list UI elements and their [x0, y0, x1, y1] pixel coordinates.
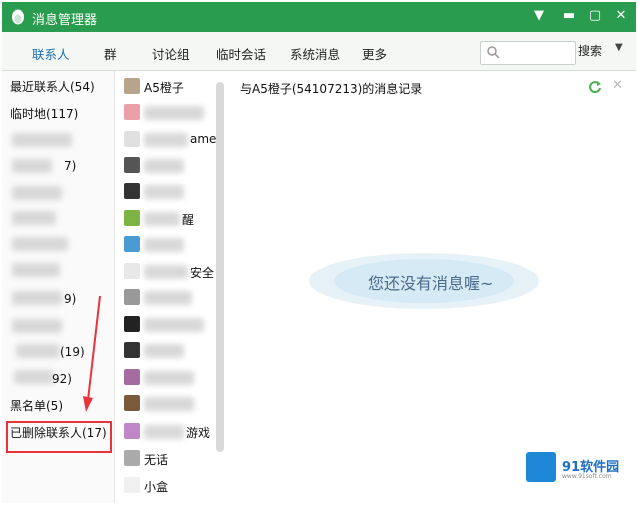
blurred-name	[144, 425, 184, 439]
group-item-count[interactable]: 7)	[64, 156, 76, 176]
group-item-count[interactable]: (19)	[60, 342, 85, 362]
blurred-name	[144, 344, 184, 358]
search-icon	[487, 46, 500, 59]
blurred-group	[12, 186, 62, 200]
contact-item[interactable]	[124, 181, 224, 203]
avatar	[124, 263, 140, 279]
avatar	[124, 104, 140, 120]
group-item-count[interactable]: 92)	[52, 369, 72, 389]
blurred-name	[144, 238, 184, 252]
contact-list: A5橙子 ame 醒 安全 游戏 无话 小盒	[116, 71, 228, 503]
empty-message: 您还没有消息喔~	[368, 274, 494, 293]
blurred-group	[12, 291, 62, 305]
contact-item[interactable]	[124, 234, 224, 256]
contact-name: ame	[190, 132, 217, 146]
blurred-name	[144, 291, 192, 305]
avatar	[124, 477, 140, 493]
avatar	[124, 316, 140, 332]
avatar	[124, 210, 140, 226]
contact-item[interactable]	[124, 102, 224, 124]
contact-item[interactable]: A5橙子	[124, 76, 224, 98]
search-button[interactable]: 搜索	[578, 42, 602, 59]
contact-item[interactable]: 醒	[124, 208, 224, 230]
tab-system-messages[interactable]: 系统消息	[290, 44, 340, 63]
watermark-url: www.91soft.com	[562, 473, 612, 480]
avatar	[124, 183, 140, 199]
blurred-group	[12, 159, 52, 173]
group-item-count[interactable]: 9)	[64, 289, 76, 309]
contact-name: 醒	[182, 213, 195, 227]
window-title: 消息管理器	[32, 13, 98, 28]
contact-item[interactable]	[124, 367, 224, 389]
group-item-temp[interactable]: 临时地(117)	[10, 104, 78, 124]
blurred-name	[144, 159, 184, 173]
close-panel-icon[interactable]: ✕	[612, 78, 623, 93]
blurred-group	[14, 370, 54, 384]
contact-name: A5橙子	[144, 81, 184, 95]
watermark-logo: 91软件园 www.91soft.com	[526, 452, 619, 484]
search-input[interactable]	[480, 41, 576, 65]
avatar	[124, 450, 140, 466]
blurred-name	[144, 106, 204, 120]
group-item-recent[interactable]: 最近联系人(54)	[10, 77, 95, 97]
contact-item[interactable]: 无话	[124, 448, 224, 470]
contact-item[interactable]: 安全	[124, 261, 224, 283]
blurred-name	[144, 212, 180, 226]
avatar	[124, 289, 140, 305]
avatar	[124, 78, 140, 94]
tab-contacts[interactable]: 联系人	[32, 44, 70, 63]
contact-item[interactable]	[124, 340, 224, 362]
blurred-name	[144, 133, 188, 147]
close-button[interactable]: ✕	[612, 7, 630, 25]
tab-discussion[interactable]: 讨论组	[152, 44, 190, 63]
tab-temp-session[interactable]: 临时会话	[216, 44, 266, 63]
avatar	[124, 423, 140, 439]
toolbar: 联系人 群 讨论组 临时会话 系统消息 更多 搜索 ▼	[2, 32, 636, 71]
highlight-box	[6, 421, 112, 453]
blurred-name	[144, 371, 194, 385]
contact-name: 无话	[144, 453, 169, 467]
contact-item[interactable]	[124, 314, 224, 336]
blurred-group	[12, 237, 68, 251]
contact-name: 安全	[190, 266, 215, 280]
avatar	[124, 236, 140, 252]
avatar	[124, 131, 140, 147]
avatar	[124, 369, 140, 385]
contact-item[interactable]: ame	[124, 129, 224, 151]
search-dropdown-icon[interactable]: ▼	[615, 42, 623, 53]
blurred-name	[144, 318, 204, 332]
minimize-button[interactable]: ▬	[560, 7, 578, 25]
contact-name: 小盒	[144, 480, 169, 494]
message-panel: 与A5橙子(54107213)的消息记录 ✕ 您还没有消息喔~	[230, 71, 636, 503]
qq-penguin-icon	[12, 9, 24, 25]
contact-item[interactable]	[124, 287, 224, 309]
tab-groups[interactable]: 群	[104, 44, 117, 63]
maximize-button[interactable]: ▢	[586, 7, 604, 25]
message-manager-window: 消息管理器 ▼ ▬ ▢ ✕ 联系人 群 讨论组 临时会话 系统消息 更多 搜索 …	[0, 0, 638, 507]
record-title: 与A5橙子(54107213)的消息记录	[240, 82, 423, 96]
title-bar: 消息管理器 ▼ ▬ ▢ ✕	[2, 2, 636, 32]
blurred-group	[16, 344, 60, 358]
group-item-blacklist[interactable]: 黑名单(5)	[10, 396, 63, 416]
dropdown-icon[interactable]: ▼	[530, 7, 548, 25]
blurred-name	[144, 185, 184, 199]
scrollbar[interactable]	[216, 82, 224, 452]
contact-item[interactable]	[124, 155, 224, 177]
tab-more[interactable]: 更多	[362, 44, 387, 63]
avatar	[124, 342, 140, 358]
contact-name: 游戏	[186, 426, 211, 440]
avatar	[124, 157, 140, 173]
contact-item[interactable]: 游戏	[124, 421, 224, 443]
blurred-group	[12, 211, 56, 225]
logo-cube-icon	[526, 452, 556, 482]
contact-item[interactable]	[124, 393, 224, 415]
refresh-icon[interactable]	[588, 80, 602, 94]
blurred-group	[12, 263, 60, 277]
contact-item[interactable]: 小盒	[124, 475, 224, 497]
blurred-name	[144, 397, 194, 411]
blurred-name	[144, 265, 188, 279]
blurred-group	[12, 133, 72, 147]
avatar	[124, 395, 140, 411]
blurred-group	[12, 319, 62, 333]
